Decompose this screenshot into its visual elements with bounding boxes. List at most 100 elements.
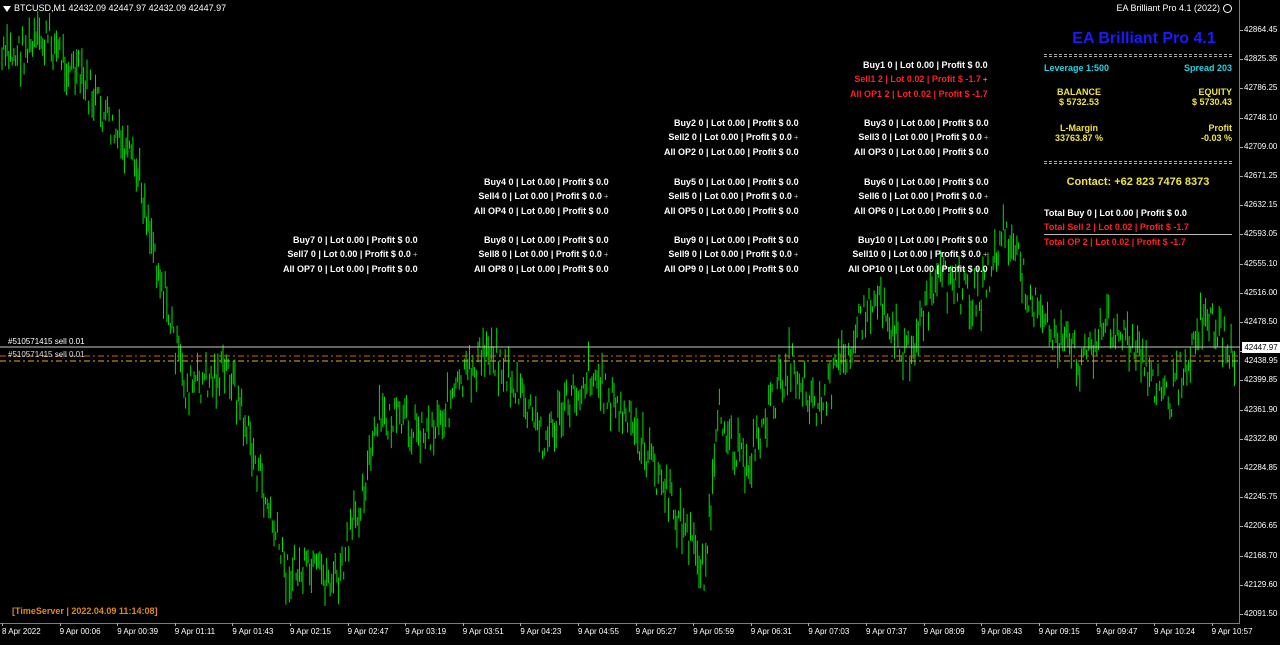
trade-block-9: Buy9 0 | Lot 0.00 | Profit $ 0.0 Sell9 0… xyxy=(664,233,799,276)
trade-block-4: Buy4 0 | Lot 0.00 | Profit $ 0.0 Sell4 0… xyxy=(474,175,609,218)
all-op-row: All OP6 0 | Lot 0.00 | Profit $ 0.0 xyxy=(854,206,989,216)
sell-row: Sell6 0 | Lot 0.00 | Profit $ 0.0 + xyxy=(854,189,989,204)
trade-block-7: Buy7 0 | Lot 0.00 | Profit $ 0.0 Sell7 0… xyxy=(283,233,418,276)
sell-row-text: Sell9 0 | Lot 0.00 | Profit $ 0.0 xyxy=(668,249,792,259)
sell-row: Sell1 2 | Lot 0.02 | Profit $ -1.7 + xyxy=(850,72,988,87)
buy-row: Buy2 0 | Lot 0.00 | Profit $ 0.0 xyxy=(674,118,799,128)
price-tick: 42709.00 xyxy=(1239,141,1278,151)
time-tick: 9 Apr 09:15 xyxy=(1038,623,1080,636)
plus-icon: + xyxy=(793,192,799,201)
sell-row-text: Sell6 0 | Lot 0.00 | Profit $ 0.0 xyxy=(858,191,982,201)
price-tick: 42478.50 xyxy=(1239,317,1278,326)
time-tick: 8 Apr 2022 xyxy=(2,623,41,636)
plus-icon: + xyxy=(793,250,799,259)
sell-row-text: Sell5 0 | Lot 0.00 | Profit $ 0.0 xyxy=(668,191,792,201)
time-tick: 9 Apr 01:43 xyxy=(232,623,274,636)
time-tick: 9 Apr 04:23 xyxy=(520,623,562,636)
buy-row: Buy1 0 | Lot 0.00 | Profit $ 0.0 xyxy=(863,60,988,70)
all-op-row: All OP10 0 | Lot 0.00 | Profit $ 0.0 xyxy=(848,264,988,274)
trade-block-5: Buy5 0 | Lot 0.00 | Profit $ 0.0 Sell5 0… xyxy=(664,175,799,218)
plus-icon: + xyxy=(983,133,989,142)
trade-block-3: Buy3 0 | Lot 0.00 | Profit $ 0.0 Sell3 0… xyxy=(854,116,989,159)
price-tick: 42864.45 xyxy=(1239,25,1278,34)
price-axis[interactable]: 42864.45 42825.35 42786.25 42748.10 42709.00… xyxy=(1239,0,1280,624)
equity-label: EQUITY xyxy=(1198,87,1232,97)
time-tick: 9 Apr 09:47 xyxy=(1096,623,1138,636)
margin-label: L-Margin xyxy=(1060,123,1098,133)
sell-row: Sell2 0 | Lot 0.00 | Profit $ 0.0 + xyxy=(664,130,798,145)
total-op-row: Total OP 2 | Lot 0.02 | Profit $ -1.7 xyxy=(1044,237,1186,247)
order-label[interactable]: #510571415 sell 0.01 xyxy=(8,350,85,359)
time-tick: 9 Apr 02:47 xyxy=(347,623,389,636)
total-sell-row: Total Sell 2 | Lot 0.02 | Profit $ -1.7 xyxy=(1044,220,1232,235)
divider xyxy=(1044,161,1232,164)
sell-row-text: Sell3 0 | Lot 0.00 | Profit $ 0.0 xyxy=(858,132,982,142)
plus-icon: + xyxy=(982,75,988,84)
price-tick: 42091.50 xyxy=(1239,609,1278,618)
price-tick: 42245.75 xyxy=(1239,492,1278,502)
divider xyxy=(1044,54,1232,57)
spread-label: Spread 203 xyxy=(1183,63,1232,73)
price-tick: 42786.25 xyxy=(1239,83,1278,93)
price-tick: 42168.70 xyxy=(1239,550,1278,560)
order-label[interactable]: #510571415 sell 0.01 xyxy=(8,337,85,346)
time-server-label: [TimeServer | 2022.04.09 11:14:08] xyxy=(12,606,158,616)
balance-value: $ 5732.53 xyxy=(1058,97,1100,107)
time-tick: 9 Apr 04:55 xyxy=(578,623,619,636)
all-op-row: All OP9 0 | Lot 0.00 | Profit $ 0.0 xyxy=(664,264,799,274)
sell-row-text: Sell4 0 | Lot 0.00 | Profit $ 0.0 xyxy=(478,191,602,201)
buy-row: Buy6 0 | Lot 0.00 | Profit $ 0.0 xyxy=(864,177,989,187)
sell-row-text: Sell7 0 | Lot 0.00 | Profit $ 0.0 xyxy=(287,249,411,259)
plus-icon: + xyxy=(603,192,609,201)
current-price-tag: 42447.97 xyxy=(1242,342,1280,353)
time-tick: 9 Apr 05:59 xyxy=(693,623,735,636)
buy-row: Buy3 0 | Lot 0.00 | Profit $ 0.0 xyxy=(864,118,989,128)
price-tick: 42322.80 xyxy=(1239,433,1278,443)
plus-icon: + xyxy=(983,192,989,201)
price-tick: 42206.65 xyxy=(1239,521,1278,531)
dropdown-triangle-icon[interactable] xyxy=(3,5,11,12)
buy-row: Buy7 0 | Lot 0.00 | Profit $ 0.0 xyxy=(293,235,418,245)
balance-row: BALANCE $ 5732.53 EQUITY $ 5730.43 xyxy=(1044,87,1232,107)
time-tick: 9 Apr 01:11 xyxy=(174,623,216,636)
price-tick: 42399.85 xyxy=(1239,375,1278,385)
symbol-line: BTCUSD,M1 42432.09 42447.97 42432.09 424… xyxy=(14,3,227,13)
price-tick: 42129.60 xyxy=(1239,579,1278,589)
price-tick: 42361.90 xyxy=(1239,404,1278,414)
price-tick: 42825.35 xyxy=(1239,54,1278,64)
time-tick: 9 Apr 03:19 xyxy=(405,623,447,636)
buy-row: Buy5 0 | Lot 0.00 | Profit $ 0.0 xyxy=(674,177,799,187)
sell-row: Sell7 0 | Lot 0.00 | Profit $ 0.0 + xyxy=(283,247,418,262)
sell-row: Sell3 0 | Lot 0.00 | Profit $ 0.0 + xyxy=(854,130,989,145)
time-axis[interactable]: 8 Apr 2022 9 Apr 00:06 9 Apr 00:39 9 Apr 01… xyxy=(0,623,1280,645)
all-op-row: All OP7 0 | Lot 0.00 | Profit $ 0.0 xyxy=(283,264,418,274)
time-tick: 9 Apr 10:24 xyxy=(1154,623,1195,636)
price-tick: 42748.10 xyxy=(1239,112,1278,122)
all-op-row: All OP4 0 | Lot 0.00 | Profit $ 0.0 xyxy=(474,206,609,216)
sell-row: Sell10 0 | Lot 0.00 | Profit $ 0.0 + xyxy=(848,247,987,262)
trade-block-1: Buy1 0 | Lot 0.00 | Profit $ 0.0 Sell1 2… xyxy=(850,58,988,101)
sell-row-text: Sell8 0 | Lot 0.00 | Profit $ 0.0 xyxy=(478,249,602,259)
smiley-icon xyxy=(1223,4,1232,14)
price-tick: 42284.85 xyxy=(1239,463,1278,472)
buy-row: Buy10 0 | Lot 0.00 | Profit $ 0.0 xyxy=(858,235,988,245)
ea-label-text: EA Brilliant Pro 4.1 (2022) xyxy=(1116,3,1220,13)
profit-label: Profit xyxy=(1208,123,1233,133)
time-tick: 9 Apr 03:51 xyxy=(462,623,504,636)
time-tick: 9 Apr 02:15 xyxy=(290,623,331,636)
leverage-row: Leverage 1:500 Spread 203 xyxy=(1044,63,1232,73)
plus-icon: + xyxy=(412,250,418,259)
total-buy-row: Total Buy 0 | Lot 0.00 | Profit $ 0.0 xyxy=(1044,208,1187,218)
sell-row: Sell8 0 | Lot 0.00 | Profit $ 0.0 + xyxy=(474,247,608,262)
time-tick: 9 Apr 00:06 xyxy=(59,623,101,636)
symbol-info: BTCUSD,M1 42432.09 42447.97 42432.09 424… xyxy=(3,3,226,13)
time-tick: 9 Apr 07:37 xyxy=(866,623,907,636)
price-tick: 42593.05 xyxy=(1239,229,1278,239)
ea-label[interactable]: EA Brilliant Pro 4.1 (2022) xyxy=(1116,3,1232,14)
buy-row: Buy4 0 | Lot 0.00 | Profit $ 0.0 xyxy=(484,177,609,187)
profit-value: -0.03 % xyxy=(1200,133,1232,143)
margin-value: 33763.87 % xyxy=(1054,133,1104,143)
all-op-row: All OP2 0 | Lot 0.00 | Profit $ 0.0 xyxy=(664,147,799,157)
account-panel: EA Brilliant Pro 4.1 Leverage 1:500 Spre… xyxy=(1044,30,1232,249)
buy-row: Buy9 0 | Lot 0.00 | Profit $ 0.0 xyxy=(674,235,799,245)
